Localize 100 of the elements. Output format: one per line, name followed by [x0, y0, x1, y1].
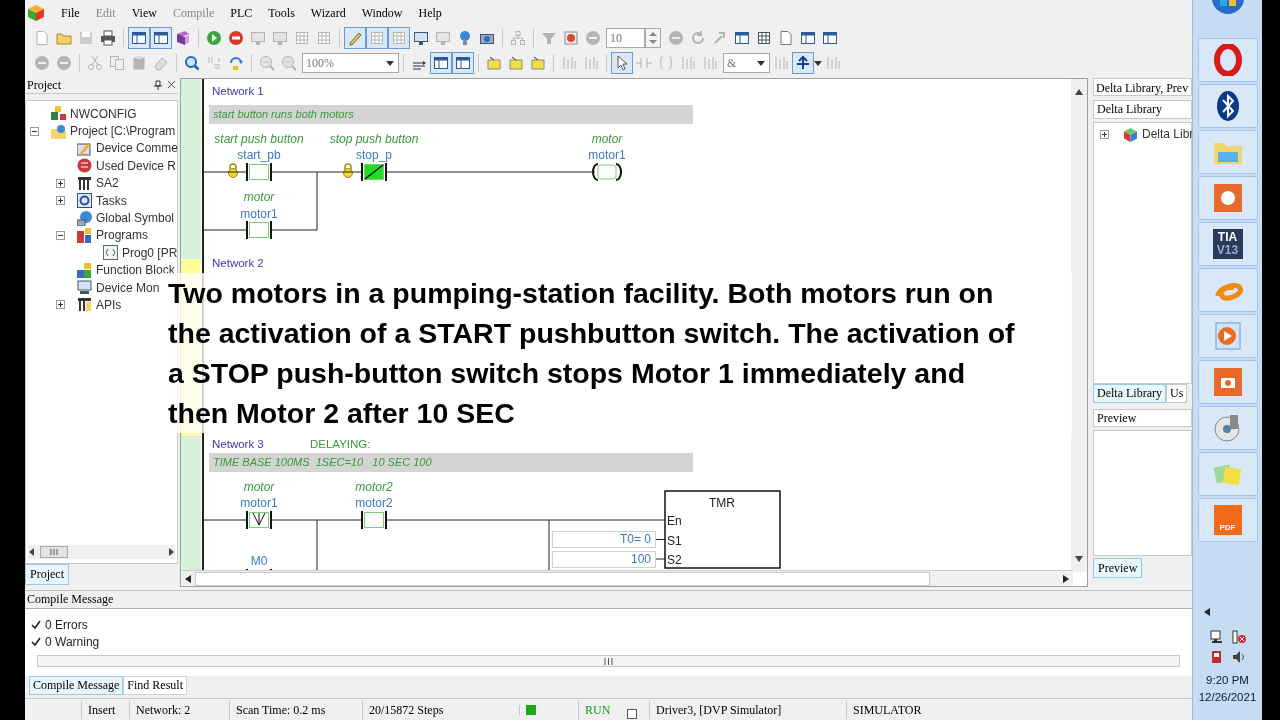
spinner-icon[interactable]: [645, 28, 661, 48]
window-icon[interactable]: [128, 27, 150, 49]
tree-item[interactable]: Device Comme: [96, 139, 179, 158]
folder-gear-icon: [51, 123, 66, 139]
horizontal-scrollbar[interactable]: [28, 545, 175, 559]
scroll-arrow-icon[interactable]: [1063, 574, 1069, 583]
contact-symbol[interactable]: [361, 510, 387, 530]
pencil-icon: [77, 140, 92, 156]
tree-item[interactable]: Used Device R: [96, 156, 177, 175]
menu-item[interactable]: Wizard: [302, 4, 354, 22]
tree-item[interactable]: Prog0 [PR: [122, 243, 178, 262]
panel-tab[interactable]: Preview: [1093, 558, 1143, 578]
panel-tab[interactable]: Us: [1165, 384, 1188, 403]
pen-icon[interactable]: [344, 27, 366, 49]
tree-item[interactable]: Delta Libr: [1142, 125, 1194, 143]
menu-item[interactable]: PLC: [222, 4, 261, 22]
taskbar-button[interactable]: TIA V13: [1197, 222, 1258, 266]
operand-field[interactable]: T0= 0: [552, 531, 656, 548]
coil-symbol[interactable]: [592, 163, 622, 181]
vertical-scrollbar[interactable]: [1071, 79, 1087, 572]
variable-name: motor1: [588, 147, 626, 164]
caret-icon: [757, 60, 765, 66]
speaker-icon[interactable]: [1231, 649, 1246, 664]
clock-time[interactable]: 9:20 PM: [1206, 671, 1249, 689]
tree-toggle-icon[interactable]: [56, 178, 65, 188]
pin-icon[interactable]: [153, 79, 163, 90]
tree-item[interactable]: SA2: [96, 174, 119, 193]
panel-tab[interactable]: Find Result: [123, 676, 187, 695]
timer-block[interactable]: [664, 490, 781, 569]
horizontal-scrollbar[interactable]: [37, 655, 1180, 667]
variable-name: motor2: [355, 495, 393, 512]
dropdown-caret-icon: [814, 60, 822, 66]
tree-item[interactable]: Programs: [96, 226, 148, 245]
network-note: DELAYING:: [310, 437, 371, 452]
element-comment: motor: [591, 131, 623, 148]
monitor-icon: [77, 280, 92, 296]
panel-tab[interactable]: Compile Message: [29, 676, 124, 695]
network-label: Network 2: [212, 256, 264, 271]
globe-icon: [77, 210, 92, 226]
window-icon[interactable]: [452, 52, 474, 74]
tree-item[interactable]: Tasks: [96, 191, 127, 210]
network-label: Network 3: [212, 437, 264, 452]
network-comment: TIME BASE 100MS 1SEC=10 10 SEC 100: [209, 453, 693, 472]
chevron-icon[interactable]: [1203, 607, 1210, 616]
app-logo: TIA V13: [1212, 229, 1243, 259]
scroll-arrow-icon[interactable]: [167, 548, 175, 556]
window-icon[interactable]: [150, 27, 172, 49]
tree-toggle-icon[interactable]: [30, 126, 39, 136]
window-icon[interactable]: [430, 52, 452, 74]
close-icon[interactable]: [167, 80, 176, 89]
pin-label: S1: [667, 532, 682, 550]
panel-title: Delta Library, Prev: [1093, 78, 1192, 96]
variable-name: motor1: [240, 495, 278, 512]
scroll-arrow-icon[interactable]: [28, 548, 36, 556]
panel-tab[interactable]: Project: [25, 564, 69, 585]
step-field[interactable]: 10: [606, 28, 645, 48]
tree-item[interactable]: Device Mon: [96, 278, 160, 297]
network-label: Network 1: [212, 84, 264, 99]
contact-symbol[interactable]: [246, 510, 272, 530]
library-selector[interactable]: Delta Library: [1093, 100, 1192, 119]
tree-toggle-icon[interactable]: [56, 230, 65, 240]
menu-item[interactable]: File: [53, 4, 88, 22]
scroll-arrow-icon[interactable]: [1075, 89, 1083, 95]
flag-icon[interactable]: [1231, 629, 1246, 644]
menu-item[interactable]: Help: [410, 4, 450, 22]
ring-icon: [1211, 44, 1244, 76]
tree-item[interactable]: Project [C:\Program: [70, 122, 176, 141]
tree-item[interactable]: NWCONFIG: [70, 104, 137, 123]
contact-symbol[interactable]: [246, 220, 272, 240]
contact-symbol[interactable]: [246, 162, 272, 182]
status-mode: Insert: [81, 700, 129, 719]
horizontal-scrollbar[interactable]: [181, 570, 1073, 586]
network-icon[interactable]: [1209, 629, 1224, 644]
caption-text: Two motors in a pumping-station facility. Both motors run on the activation of a START pushbutton switch. The activation of a STOP push-button switch stops Motor 1 immediately and then Motor 2 after 10 SEC: [160, 273, 1072, 433]
menu-item[interactable]: View: [123, 4, 165, 22]
device-icon[interactable]: [1209, 649, 1224, 664]
tree-item[interactable]: Global Symbol: [96, 209, 175, 228]
operand-field[interactable]: 100: [552, 551, 656, 568]
taskbar-button[interactable]: [1197, 84, 1258, 128]
pointer-icon[interactable]: [611, 52, 633, 74]
scroll-arrow-icon[interactable]: [185, 574, 191, 583]
tree-toggle-icon[interactable]: [56, 300, 65, 310]
menu-item[interactable]: Tools: [260, 4, 303, 22]
panel-tab[interactable]: Delta Library: [1093, 384, 1166, 403]
tree-toggle-icon[interactable]: [56, 196, 65, 206]
zoom-dropdown[interactable]: 100%: [302, 53, 399, 73]
menu-item[interactable]: Window: [353, 4, 411, 22]
message-text: 0 Errors: [45, 616, 88, 634]
tree-item[interactable]: APIs: [96, 296, 122, 314]
scroll-thumb[interactable]: [195, 571, 930, 586]
scroll-arrow-icon[interactable]: [1075, 556, 1083, 562]
tree-toggle-icon[interactable]: [1100, 129, 1109, 139]
variable-name: M0: [250, 553, 268, 570]
operator-dropdown[interactable]: &: [723, 53, 770, 73]
block-title: TMR: [709, 495, 735, 512]
contact-symbol[interactable]: [361, 162, 387, 182]
network-comment: start button runs both motors: [209, 105, 693, 124]
panel-title: Compile Message: [25, 591, 1192, 609]
scroll-thumb[interactable]: [40, 546, 68, 558]
clock-date[interactable]: 12/26/2021: [1198, 688, 1257, 706]
